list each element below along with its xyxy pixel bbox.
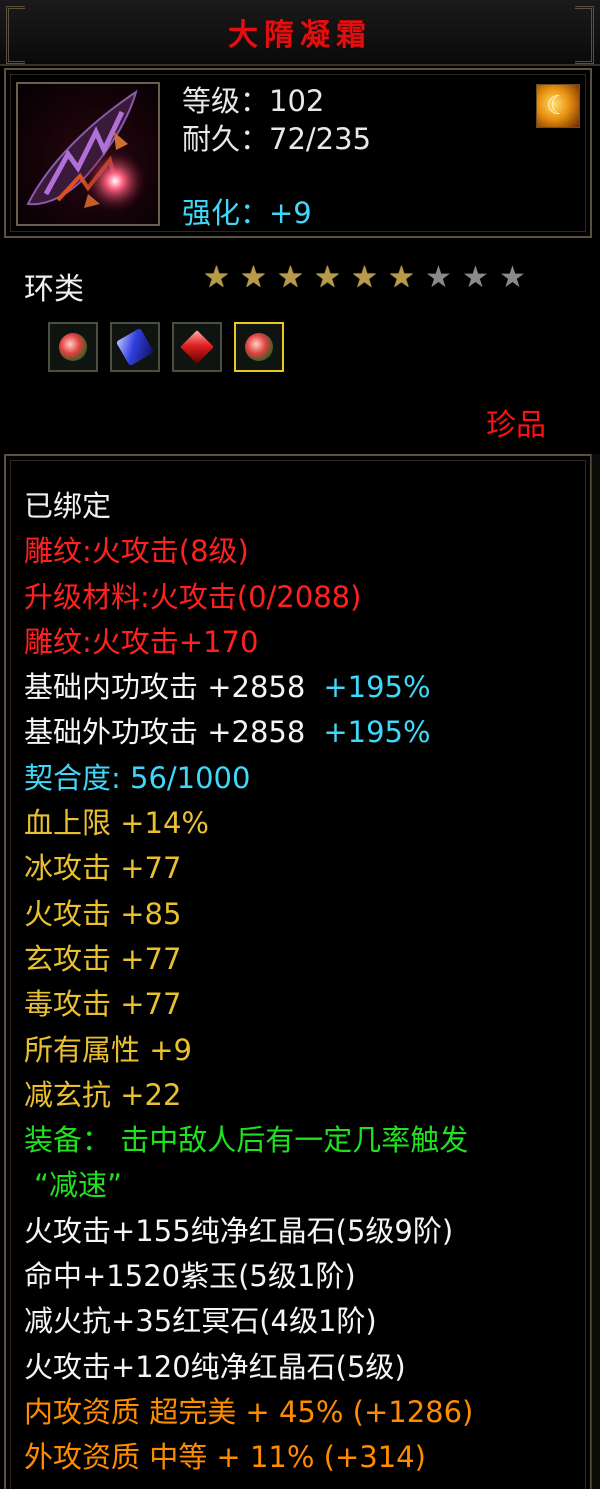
gem-slot-1[interactable]	[48, 322, 98, 372]
red-green-gem-icon	[245, 333, 273, 361]
equip-effect-name: “减速”	[34, 1168, 123, 1203]
star-icon: ★	[499, 260, 526, 295]
star-icon: ★	[314, 260, 341, 295]
star-icon: ★	[351, 260, 378, 295]
inner-attack-line: 基础内功攻击 +2858 +195%	[24, 665, 584, 710]
engrave-line-1: 雕纹:火攻击(8级)	[24, 534, 249, 569]
equip-effect-line: 装备： 击中敌人后有一定几率触发	[24, 1123, 469, 1158]
star-icon: ★	[388, 260, 415, 295]
blue-gem-icon	[115, 327, 155, 367]
gem-line-4: 火攻击+120纯净红晶石(5级)	[24, 1349, 406, 1384]
star-icon: ★	[277, 260, 304, 295]
golden-flame-icon[interactable]: ☾	[536, 84, 580, 128]
attribute-list: 已绑定 雕纹:火攻击(8级) 升级材料:火攻击(0/2088) 雕纹:火攻击+1…	[24, 484, 584, 1481]
durability-text: 耐久：72/235	[182, 122, 372, 156]
gem-slots	[48, 322, 284, 372]
star-icon: ★	[425, 260, 452, 295]
red-crystal-icon	[180, 330, 214, 364]
hp-line: 血上限 +14%	[24, 806, 209, 841]
star-rating: ★ ★ ★ ★ ★ ★ ★ ★ ★	[200, 262, 529, 294]
outer-attack-value: 基础外功攻击 +2858	[24, 715, 306, 750]
fit-degree-line: 契合度: 56/1000	[24, 760, 251, 795]
gem-slot-4[interactable]	[234, 322, 284, 372]
gem-slot-2[interactable]	[110, 322, 160, 372]
inner-attack-pct: +195%	[323, 670, 431, 705]
gem-line-3: 减火抗+35红冥石(4级1阶)	[24, 1304, 377, 1339]
item-name-title: 大隋凝霜	[228, 18, 372, 53]
outer-quality-line: 外攻资质 中等 + 11% (+314)	[24, 1440, 426, 1475]
xuan-resist-line: 减玄抗 +22	[24, 1077, 182, 1112]
red-green-gem-icon	[59, 333, 87, 361]
inner-attack-value: 基础内功攻击 +2858	[24, 670, 306, 705]
inner-quality-line: 内攻资质 超完美 + 45% (+1286)	[24, 1394, 474, 1429]
engrave-line-2: 雕纹:火攻击+170	[24, 624, 259, 659]
star-icon: ★	[203, 260, 230, 295]
all-attributes-line: 所有属性 +9	[24, 1032, 192, 1067]
item-header-panel: 等级：102 耐久：72/235 强化：+9 ☾	[4, 68, 592, 238]
bound-status: 已绑定	[24, 489, 112, 523]
gem-line-2: 命中+1520紫玉(5级1阶)	[24, 1259, 356, 1294]
rarity-label: 珍品	[486, 408, 546, 443]
scrollbar[interactable]	[591, 454, 600, 1489]
level-text: 等级：102	[182, 84, 325, 118]
outer-attack-pct: +195%	[323, 715, 431, 750]
weapon-ring-icon	[16, 82, 160, 226]
gem-line-1: 火攻击+155纯净红晶石(5级9阶)	[24, 1213, 454, 1248]
xuan-attack-line: 玄攻击 +77	[24, 941, 182, 976]
poison-attack-line: 毒攻击 +77	[24, 987, 182, 1022]
star-icon: ★	[240, 260, 267, 295]
upgrade-material-line: 升级材料:火攻击(0/2088)	[24, 579, 362, 614]
star-icon: ★	[462, 260, 489, 295]
ice-attack-line: 冰攻击 +77	[24, 851, 182, 886]
enhance-text: 强化：+9	[182, 196, 312, 230]
title-bar: 大隋凝霜	[0, 0, 600, 66]
gem-slot-3[interactable]	[172, 322, 222, 372]
fire-attack-line: 火攻击 +85	[24, 896, 182, 931]
outer-attack-line: 基础外功攻击 +2858 +195%	[24, 710, 584, 755]
item-type-label: 环类	[24, 272, 84, 307]
title-ornament-right	[575, 6, 594, 64]
